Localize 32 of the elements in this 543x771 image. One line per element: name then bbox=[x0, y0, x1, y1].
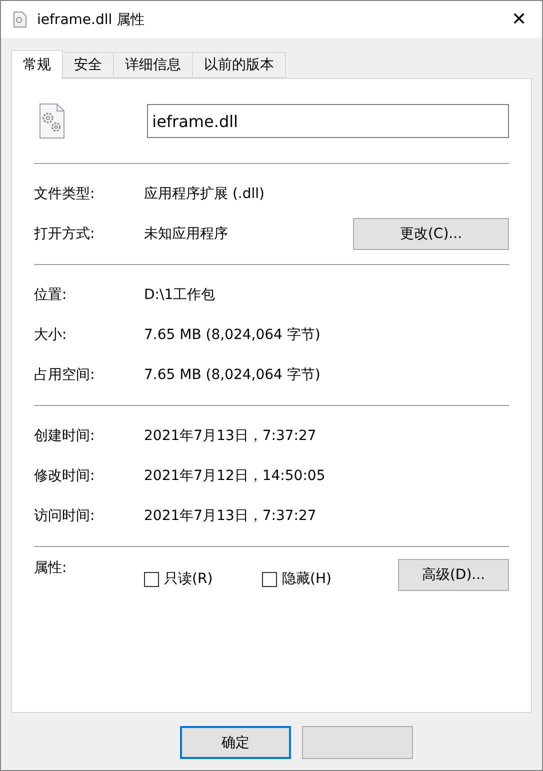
field-label: 占用空间: bbox=[34, 366, 96, 384]
tab[interactable]: 安全 bbox=[62, 52, 114, 78]
checkbox[interactable] bbox=[144, 572, 159, 586]
field-label: 修改时间: bbox=[34, 467, 96, 485]
file-name-field[interactable]: ieframe.dll bbox=[147, 104, 509, 138]
field-label: 文件类型: bbox=[34, 185, 96, 203]
tab[interactable]: 以前的版本 bbox=[192, 52, 286, 78]
field-label: 访问时间: bbox=[34, 507, 96, 525]
field-label: 位置: bbox=[34, 286, 68, 304]
advanced-button[interactable]: 高级(D)... bbox=[398, 559, 509, 591]
field-value: D:\1工作包 bbox=[144, 286, 216, 304]
checkbox-label: 只读(R) bbox=[164, 570, 213, 588]
field-label: 大小: bbox=[34, 326, 68, 344]
field-label: 打开方式: bbox=[34, 225, 96, 243]
change-button[interactable]: 更改(C)... bbox=[353, 218, 509, 250]
tab[interactable]: 常规 bbox=[11, 50, 63, 79]
checkbox[interactable] bbox=[262, 572, 277, 586]
ok-button[interactable]: 确定 bbox=[180, 726, 291, 759]
field-value: 7.65 MB (8,024,064 字节) bbox=[144, 366, 322, 384]
field-label: 属性: bbox=[34, 559, 68, 577]
window-title: ieframe.dll 属性 bbox=[37, 10, 146, 28]
field-value: 2021年7月12日，14:50:05 bbox=[144, 467, 326, 485]
gear-file-icon bbox=[39, 103, 65, 139]
tab[interactable]: 详细信息 bbox=[113, 52, 193, 78]
checkbox-label: 隐藏(H) bbox=[282, 570, 332, 588]
field-label: 创建时间: bbox=[34, 427, 96, 445]
field-value: 应用程序扩展 (.dll) bbox=[144, 185, 266, 203]
field-value: 2021年7月13日，7:37:27 bbox=[144, 427, 318, 445]
field-value: 2021年7月13日，7:37:27 bbox=[144, 507, 318, 525]
field-value: 7.65 MB (8,024,064 字节) bbox=[144, 326, 322, 344]
field-value: 未知应用程序 bbox=[144, 225, 229, 243]
file-icon bbox=[13, 11, 27, 28]
